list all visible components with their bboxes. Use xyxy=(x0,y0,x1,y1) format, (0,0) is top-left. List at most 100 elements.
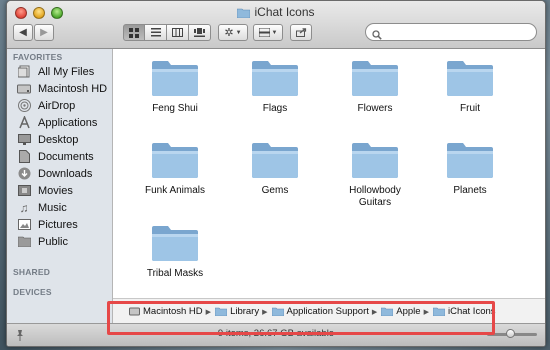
path-crumb-library[interactable]: Library xyxy=(215,306,259,317)
folder-icon xyxy=(251,141,299,179)
sidebar-item-applications[interactable]: Applications xyxy=(7,114,112,131)
back-button[interactable]: ◀ xyxy=(13,24,33,41)
sidebar-item-downloads[interactable]: Downloads xyxy=(7,165,112,182)
folder-name: Gems xyxy=(261,185,289,196)
window-title: iChat Icons xyxy=(7,5,545,21)
action-menu-button[interactable]: ✲ ▼ xyxy=(218,24,248,41)
folder-name: Planets xyxy=(453,185,487,196)
sidebar-item-label: Documents xyxy=(38,150,94,163)
chevron-down-icon: ▼ xyxy=(271,29,278,36)
window-title-text: iChat Icons xyxy=(254,5,315,19)
path-crumb-ichat-icons[interactable]: iChat Icons xyxy=(432,306,496,317)
sidebar-item-music[interactable]: ♫ Music xyxy=(7,199,112,216)
sidebar-item-label: All My Files xyxy=(38,65,95,78)
folder-name: Flowers xyxy=(357,103,393,114)
path-crumb-label: Library xyxy=(230,306,260,317)
path-crumb-label: Apple xyxy=(396,306,421,317)
folder-icon xyxy=(446,141,494,179)
path-crumb-application-support[interactable]: Application Support xyxy=(271,306,369,317)
folder-name: Hollowbody Guitars xyxy=(349,185,401,208)
sidebar-item-documents[interactable]: Documents xyxy=(7,148,112,165)
sidebar-item-label: Applications xyxy=(38,116,98,129)
folder-name: Fruit xyxy=(460,103,480,114)
folder-icon xyxy=(351,59,399,97)
sidebar-item-label: Pictures xyxy=(38,218,78,231)
all-files-icon xyxy=(17,65,31,79)
folder-item-flags[interactable]: Flags xyxy=(230,59,320,115)
hard-drive-icon xyxy=(17,82,31,96)
forward-arrow-icon: ▶ xyxy=(40,27,48,38)
folder-icon xyxy=(432,307,445,316)
status-text: 9 items, 26.67 GB available xyxy=(217,328,335,339)
music-icon: ♫ xyxy=(19,200,29,215)
view-mode-segment xyxy=(123,24,211,41)
sidebar-item-label: Macintosh HD xyxy=(38,82,108,95)
arrange-icon xyxy=(258,28,270,37)
sidebar-item-desktop[interactable]: Desktop xyxy=(7,131,112,148)
icon-view-icon xyxy=(129,27,139,38)
path-crumb-label: Application Support xyxy=(286,306,369,317)
coverflow-view-button[interactable] xyxy=(189,24,211,41)
folder-item-tribal-masks[interactable]: Tribal Masks xyxy=(130,224,220,280)
folder-icon xyxy=(151,141,199,179)
forward-button[interactable]: ▶ xyxy=(34,24,54,41)
icon-view-button[interactable] xyxy=(123,24,145,41)
folder-item-funk-animals[interactable]: Funk Animals xyxy=(130,141,220,197)
path-separator-icon: ▶ xyxy=(423,308,429,316)
folder-item-hollowbody-guitars[interactable]: Hollowbody Guitars xyxy=(330,141,420,209)
folder-name: Flags xyxy=(262,103,288,114)
list-view-button[interactable] xyxy=(145,24,167,41)
folder-icon xyxy=(351,141,399,179)
share-icon xyxy=(295,28,306,37)
folder-icon xyxy=(151,59,199,97)
documents-icon xyxy=(17,150,31,164)
column-view-button[interactable] xyxy=(167,24,189,41)
icon-size-slider-knob[interactable] xyxy=(506,329,515,338)
folder-name: Feng Shui xyxy=(152,103,198,114)
status-bar: 9 items, 26.67 GB available xyxy=(7,323,545,346)
sidebar-item-airdrop[interactable]: AirDrop xyxy=(7,97,112,114)
search-input[interactable] xyxy=(386,25,530,41)
folder-icon xyxy=(381,307,394,316)
sidebar: FAVORITES All My Files Macintosh HD AirD… xyxy=(7,49,113,324)
sidebar-item-label: Movies xyxy=(38,184,73,197)
path-separator-icon: ▶ xyxy=(205,308,212,316)
sidebar-item-macintosh-hd[interactable]: Macintosh HD xyxy=(7,80,112,97)
hard-drive-icon xyxy=(129,307,140,316)
sidebar-item-pictures[interactable]: Pictures xyxy=(7,216,112,233)
search-field[interactable] xyxy=(365,23,537,41)
file-grid: Feng Shui Flags Flowers Fruit Funk Anima… xyxy=(113,49,545,324)
folder-item-gems[interactable]: Gems xyxy=(230,141,320,197)
path-crumb-apple[interactable]: Apple xyxy=(381,306,421,317)
folder-icon xyxy=(237,7,251,21)
folder-icon xyxy=(215,307,228,316)
sidebar-item-movies[interactable]: Movies xyxy=(7,182,112,199)
folder-item-feng-shui[interactable]: Feng Shui xyxy=(130,59,220,115)
folder-item-fruit[interactable]: Fruit xyxy=(425,59,515,115)
folder-icon xyxy=(446,59,494,97)
path-separator-icon: ▶ xyxy=(262,308,268,316)
sidebar-item-public[interactable]: Public xyxy=(7,233,112,250)
path-crumb-label: Macintosh HD xyxy=(143,306,203,317)
coverflow-view-icon xyxy=(194,28,205,37)
sidebar-heading-shared: SHARED xyxy=(13,267,51,277)
pictures-icon xyxy=(17,218,31,232)
arrange-menu-button[interactable]: ▼ xyxy=(253,24,283,41)
chevron-down-icon: ▼ xyxy=(235,29,242,36)
folder-name: Funk Animals xyxy=(144,185,206,196)
sidebar-item-label: Downloads xyxy=(38,167,93,180)
back-arrow-icon: ◀ xyxy=(19,27,27,38)
downloads-icon xyxy=(17,167,31,181)
sidebar-item-label: Public xyxy=(38,235,68,248)
public-icon xyxy=(17,235,31,249)
sidebar-item-all-my-files[interactable]: All My Files xyxy=(7,63,112,80)
folder-item-planets[interactable]: Planets xyxy=(425,141,515,197)
path-bar-content: Macintosh HD ▶ Library ▶ Application Sup… xyxy=(113,298,545,324)
sidebar-heading-devices: DEVICES xyxy=(13,287,52,297)
path-crumb-label: iChat Icons xyxy=(447,306,496,317)
titlebar: iChat Icons ◀ ▶ ✲ ▼ ▼ xyxy=(7,1,545,49)
path-crumb-macintosh-hd[interactable]: Macintosh HD xyxy=(129,306,203,317)
movies-icon xyxy=(17,184,31,198)
folder-item-flowers[interactable]: Flowers xyxy=(330,59,420,115)
share-button[interactable] xyxy=(290,24,312,41)
